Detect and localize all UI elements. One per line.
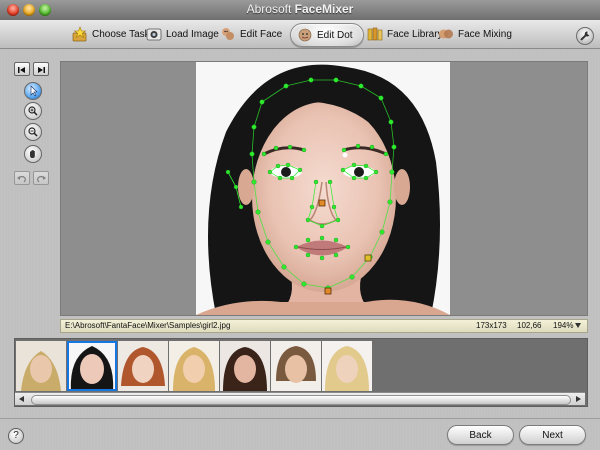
last-image-button[interactable]: [33, 62, 49, 76]
image-canvas[interactable]: [60, 61, 588, 316]
next-button[interactable]: Next: [519, 425, 586, 445]
tab-load-image[interactable]: Load Image: [146, 23, 219, 45]
thumbnail-item-selected[interactable]: [67, 341, 117, 391]
portrait-thumbnail: [322, 341, 372, 391]
control-handle[interactable]: [324, 287, 332, 295]
next-button-label: Next: [542, 429, 563, 441]
back-button[interactable]: Back: [447, 425, 514, 445]
control-handle[interactable]: [364, 254, 372, 262]
portrait-thumbnail: [271, 341, 321, 391]
thumbnail-list: [16, 341, 576, 391]
undo-button[interactable]: [14, 171, 30, 185]
scroll-right-arrow-icon[interactable]: [576, 396, 581, 402]
redo-icon: [37, 175, 46, 183]
thumbnail-scrollbar[interactable]: [15, 392, 585, 405]
portrait-thumbnail: [16, 341, 66, 391]
edit-dot-icon: [298, 28, 312, 42]
tab-face-library[interactable]: Face Library: [367, 23, 443, 45]
star-folder-icon: [72, 26, 87, 42]
help-button[interactable]: ?: [8, 428, 24, 444]
tab-load-image-label: Load Image: [166, 28, 219, 40]
tab-choose-task-label: Choose Task: [92, 28, 150, 40]
hand-icon: [30, 150, 35, 158]
zoom-level[interactable]: 194%: [553, 321, 573, 330]
face-mixing-icon: [439, 29, 453, 39]
zoom-out-icon: [28, 127, 38, 137]
thumbnail-item[interactable]: [16, 341, 66, 391]
zoom-in-button[interactable]: [24, 102, 42, 120]
tab-face-mixing[interactable]: Face Mixing: [438, 23, 512, 45]
skip-forward-icon: [38, 67, 45, 73]
thumbnail-strip: [14, 338, 588, 407]
status-bar: E:\Abrosoft\FantaFace\Mixer\Samples\girl…: [60, 319, 588, 333]
thumbnail-item[interactable]: [169, 341, 219, 391]
pointer-icon: [30, 85, 38, 97]
window-title: Abrosoft FaceMixer: [0, 2, 600, 16]
tab-edit-dot[interactable]: Edit Dot: [290, 23, 364, 47]
thumbnail-item[interactable]: [322, 341, 372, 391]
face-photo[interactable]: [196, 62, 450, 315]
footer-divider: [0, 418, 600, 419]
main-toolbar: Choose Task Load Image Edit Face Edit Do…: [0, 20, 600, 49]
wrench-icon: [580, 31, 590, 41]
first-image-button[interactable]: [14, 62, 30, 76]
window-title-bold: FaceMixer: [294, 2, 354, 16]
edit-face-icon: [222, 28, 234, 40]
tab-edit-face-label: Edit Face: [240, 28, 283, 40]
select-tool-button[interactable]: [24, 82, 42, 100]
tab-face-mixing-label: Face Mixing: [458, 28, 512, 40]
window-title-prefix: Abrosoft: [246, 2, 295, 16]
redo-button[interactable]: [33, 171, 49, 185]
portrait-thumbnail: [220, 341, 270, 391]
scroll-left-arrow-icon[interactable]: [19, 396, 24, 402]
load-image-icon: [146, 28, 162, 41]
face-library-icon: [367, 27, 383, 41]
tab-face-library-label: Face Library: [387, 28, 443, 40]
portrait-thumbnail: [67, 341, 117, 391]
tab-edit-dot-label: Edit Dot: [317, 29, 353, 41]
tab-edit-face[interactable]: Edit Face: [220, 23, 282, 45]
thumbnail-item[interactable]: [118, 341, 168, 391]
portrait-thumbnail: [118, 341, 168, 391]
back-button-label: Back: [469, 429, 492, 441]
zoom-dropdown-icon[interactable]: [575, 323, 581, 328]
scrollbar-thumb[interactable]: [31, 395, 571, 405]
thumbnail-item[interactable]: [220, 341, 270, 391]
title-bar: Abrosoft FaceMixer: [0, 0, 600, 20]
image-path: E:\Abrosoft\FantaFace\Mixer\Samples\girl…: [65, 321, 231, 330]
cursor-coordinates: 102,66: [517, 321, 542, 330]
pan-tool-button[interactable]: [24, 145, 42, 163]
portrait-thumbnail: [169, 341, 219, 391]
undo-icon: [17, 175, 26, 183]
skip-back-icon: [18, 67, 25, 73]
image-dimensions: 173x173: [476, 321, 507, 330]
zoom-in-icon: [28, 106, 38, 116]
zoom-out-button[interactable]: [24, 123, 42, 141]
thumbnail-item[interactable]: [271, 341, 321, 391]
settings-button[interactable]: [576, 27, 594, 45]
app-window: Abrosoft FaceMixer Choose Task Load Imag…: [0, 0, 600, 450]
tab-choose-task[interactable]: Choose Task: [72, 23, 150, 45]
control-handle[interactable]: [318, 199, 326, 207]
active-dot[interactable]: [342, 152, 348, 158]
face-photo-drawing: [196, 62, 450, 315]
